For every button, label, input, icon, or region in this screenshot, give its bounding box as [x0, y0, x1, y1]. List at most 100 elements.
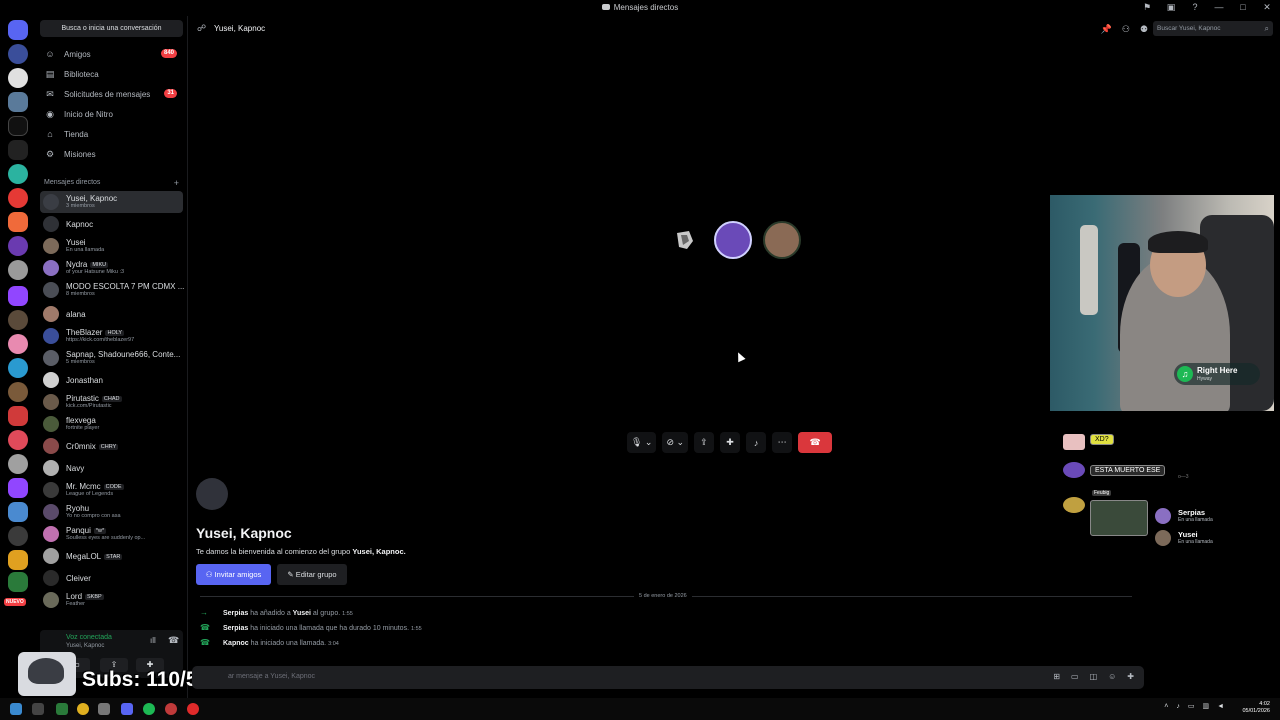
message-input[interactable]: ar mensaje a Yusei, Kapnoc ⊞ ▭ ◫ ☺ ✚	[192, 666, 1144, 689]
dm-item[interactable]: Pirutastic CHAD kick.com/Pirutastic	[40, 391, 183, 413]
server-icon[interactable]	[8, 430, 28, 450]
server-icon[interactable]	[8, 358, 28, 378]
server-icon[interactable]	[8, 502, 28, 522]
server-icon[interactable]	[8, 310, 28, 330]
chrome-icon[interactable]	[77, 703, 89, 715]
chevron-up-icon[interactable]: ˄	[1164, 703, 1168, 710]
server-icon[interactable]	[8, 164, 28, 184]
mute-button[interactable]: 🎙 ⌄	[627, 432, 657, 453]
server-icon[interactable]	[8, 334, 28, 354]
search-icon[interactable]	[32, 703, 44, 715]
display-icon[interactable]: ▭	[1188, 702, 1195, 710]
app-icon[interactable]	[56, 703, 68, 715]
server-icon[interactable]	[8, 526, 28, 546]
dm-item[interactable]: flexvega fortnite player	[40, 413, 183, 435]
server-icon[interactable]	[8, 116, 28, 136]
discord-taskbar-icon[interactable]	[121, 703, 133, 715]
nav-friends[interactable]: ☺ Amigos 840	[40, 45, 183, 63]
server-icon[interactable]	[8, 260, 28, 280]
edit-group-button[interactable]: ✎ Editar grupo	[277, 564, 347, 585]
avatar	[43, 482, 59, 498]
gif-icon[interactable]: ▭	[1071, 672, 1079, 681]
app-icon[interactable]	[165, 703, 177, 715]
dm-item[interactable]: Jonasthan	[40, 369, 183, 391]
dm-item[interactable]: Yusei, Kapnoc 3 miembros	[40, 191, 183, 213]
twitch-server-icon[interactable]	[8, 478, 28, 498]
add-member-icon[interactable]: ⚇	[1122, 24, 1130, 35]
end-call-button[interactable]: ☎	[798, 432, 833, 453]
participant-avatar[interactable]	[763, 221, 801, 259]
server-icon[interactable]	[8, 140, 28, 160]
apps-icon[interactable]: ✚	[1127, 672, 1134, 681]
nav-library[interactable]: ▤ Biblioteca	[40, 65, 183, 83]
twitch-server-icon[interactable]	[8, 286, 28, 306]
dm-item[interactable]: Kapnoc	[40, 213, 183, 235]
nav-nitro[interactable]: ◉ Inicio de Nitro	[40, 105, 183, 123]
emoji-icon[interactable]: ☺	[1108, 672, 1116, 681]
dm-item[interactable]: Lord SKBP Feather	[40, 589, 183, 611]
minimize-icon[interactable]: —	[1214, 2, 1224, 12]
dm-item[interactable]: alana	[40, 303, 183, 325]
screen-share-button[interactable]: ⇪	[694, 432, 715, 453]
voice-user[interactable]: Yusei En una llamada	[1155, 530, 1265, 546]
network-icon[interactable]: ▥	[1202, 702, 1209, 710]
voice-user[interactable]: Serpias En una llamada	[1155, 508, 1265, 524]
server-icon[interactable]	[8, 188, 28, 208]
pin-icon[interactable]: 📌	[1101, 24, 1112, 35]
dm-item[interactable]: MegaLOL STAR	[40, 545, 183, 567]
signal-icon[interactable]: ıll	[150, 636, 156, 645]
server-icon[interactable]	[8, 68, 28, 88]
dm-item[interactable]: Panqui *w* Soulless eyes are suddenly op..…	[40, 523, 183, 545]
server-icon[interactable]	[8, 572, 28, 592]
members-icon[interactable]: ⚉	[1140, 24, 1148, 35]
dm-item[interactable]: Ryohu Yo no compro con asa	[40, 501, 183, 523]
server-icon[interactable]	[8, 44, 28, 64]
dm-item[interactable]: Nydra MIKU of your Hatsune Miku :3	[40, 257, 183, 279]
create-dm-plus-icon[interactable]: +	[174, 178, 179, 188]
search-input[interactable]: Buscar Yusei, Kapnoc ⌕	[1153, 21, 1273, 36]
participant-avatar[interactable]	[714, 221, 752, 259]
dm-item[interactable]: Yusei En una llamada	[40, 235, 183, 257]
sticker-icon[interactable]: ◫	[1090, 672, 1098, 681]
dm-item[interactable]: Navy	[40, 457, 183, 479]
help-icon[interactable]: ?	[1190, 2, 1200, 12]
nav-message-requests[interactable]: ✉ Solicitudes de mensajes 31	[40, 85, 183, 103]
taskbar-clock[interactable]: 4:02 05/01/2026	[1242, 701, 1270, 715]
spotify-icon[interactable]	[143, 703, 155, 715]
close-icon[interactable]: ✕	[1262, 2, 1272, 12]
maximize-icon[interactable]: □	[1238, 2, 1248, 12]
server-icon[interactable]	[8, 236, 28, 256]
soundboard-button[interactable]: ♪	[746, 432, 767, 453]
dm-item[interactable]: Cr0mnix CHRY	[40, 435, 183, 457]
volume-icon[interactable]: ◄	[1217, 703, 1224, 710]
disconnect-icon[interactable]: ☎	[168, 635, 179, 646]
dm-item[interactable]: MODO ESCOLTA 7 PM CDMX ... 8 miembros	[40, 279, 184, 301]
activities-button[interactable]: ✚	[720, 432, 741, 453]
invite-friends-button[interactable]: ⚇ Invitar amigos	[196, 564, 271, 585]
gift-icon[interactable]: ⊞	[1053, 672, 1060, 681]
dm-item[interactable]: Cleiver	[40, 567, 183, 589]
dm-item[interactable]: TheBlazer HOLY https://kick.com/theblazer9…	[40, 325, 183, 347]
server-icon[interactable]	[8, 382, 28, 402]
participant-avatar[interactable]	[665, 221, 703, 259]
nav-quests[interactable]: ⚙ Misiones	[40, 145, 183, 163]
server-icon[interactable]	[8, 212, 28, 232]
camera-toggle-button[interactable]: ⊘ ⌄	[662, 432, 689, 453]
start-icon[interactable]	[10, 703, 22, 715]
server-icon[interactable]	[8, 92, 28, 112]
server-icon[interactable]	[8, 406, 28, 426]
server-icon[interactable]	[8, 550, 28, 570]
nav-shop[interactable]: ⌂ Tienda	[40, 125, 183, 143]
more-options-button[interactable]: ⋯	[772, 432, 793, 453]
dm-item[interactable]: Sapnap, Shadoune666, Conte... 5 miembros	[40, 347, 183, 369]
app-icon[interactable]	[187, 703, 199, 715]
mic-icon[interactable]: ♪	[1176, 703, 1180, 710]
dm-item[interactable]: Mr. Mcmc CODE League of Legends	[40, 479, 183, 501]
server-icon[interactable]	[8, 454, 28, 474]
home-server-icon[interactable]	[8, 20, 28, 40]
screen-icon[interactable]: ▣	[1166, 2, 1176, 12]
find-conversation-button[interactable]: Busca o inicia una conversación	[40, 20, 183, 37]
inbox-icon[interactable]: ⚑	[1142, 2, 1152, 12]
voice-channel[interactable]: Yusei, Kapnoc	[66, 643, 104, 649]
app-icon[interactable]	[98, 703, 110, 715]
